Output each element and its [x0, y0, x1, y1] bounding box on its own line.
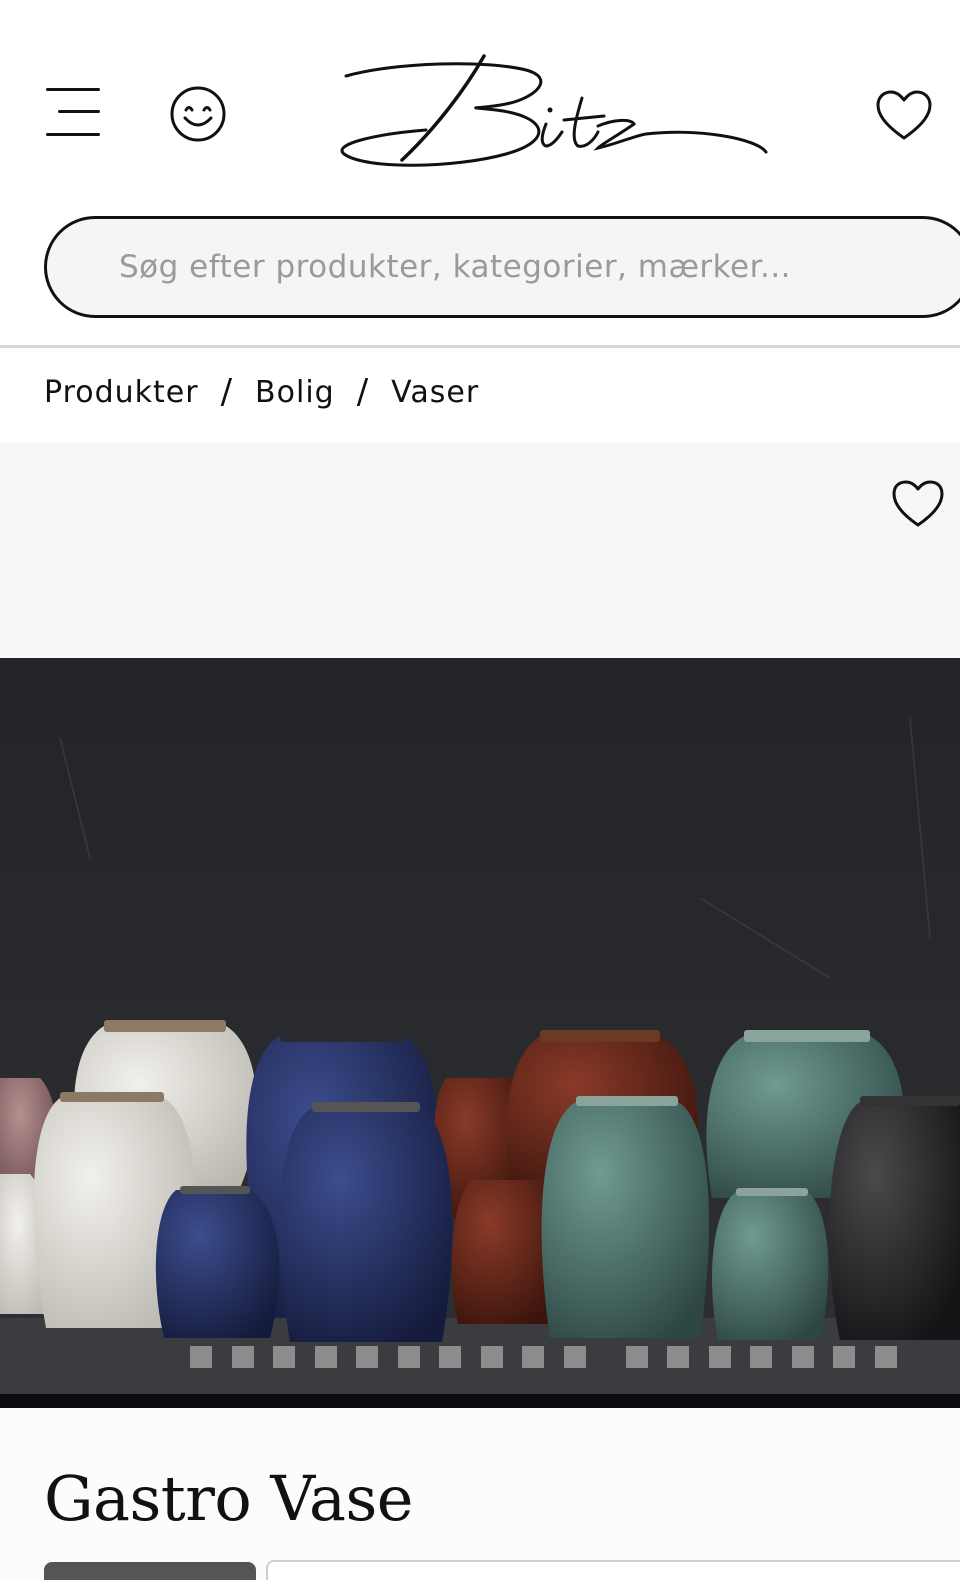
header-divider — [0, 345, 960, 348]
breadcrumb-separator: / — [220, 372, 234, 412]
gallery-indicator[interactable] — [273, 1346, 295, 1368]
variant-option[interactable] — [266, 1560, 960, 1580]
breadcrumb-separator: / — [356, 372, 370, 412]
gallery-indicator[interactable] — [190, 1346, 212, 1368]
bitz-logo[interactable] — [336, 48, 772, 172]
breadcrumb-item-vaser[interactable]: Vaser — [391, 375, 479, 410]
product-title: Gastro Vase — [44, 1462, 413, 1535]
variant-option-selected[interactable] — [44, 1562, 256, 1580]
gallery-indicator[interactable] — [833, 1346, 855, 1368]
gallery-indicator[interactable] — [750, 1346, 772, 1368]
gallery-indicator[interactable] — [314, 1346, 337, 1368]
search-bar[interactable] — [44, 216, 960, 318]
gallery-indicator[interactable] — [231, 1346, 254, 1368]
heart-outline-icon[interactable] — [890, 478, 946, 530]
search-input[interactable] — [119, 219, 939, 315]
heart-outline-icon[interactable] — [874, 88, 934, 144]
gallery-indicator[interactable] — [874, 1346, 897, 1368]
breadcrumb-item-bolig[interactable]: Bolig — [255, 375, 335, 410]
gallery-indicator[interactable] — [563, 1346, 586, 1368]
hamburger-menu-icon[interactable] — [44, 84, 104, 144]
product-gallery-top — [0, 442, 960, 658]
product-image[interactable] — [0, 658, 960, 1408]
smiley-face-icon[interactable] — [168, 84, 228, 144]
gallery-indicator[interactable] — [667, 1346, 689, 1368]
gallery-indicator[interactable] — [439, 1346, 461, 1368]
gallery-indicator[interactable] — [625, 1346, 648, 1368]
gallery-indicator[interactable] — [791, 1346, 814, 1368]
gallery-indicators — [190, 1346, 916, 1370]
gallery-indicator[interactable] — [356, 1346, 378, 1368]
breadcrumb-item-produkter[interactable]: Produkter — [44, 375, 199, 410]
gallery-indicator[interactable] — [397, 1346, 420, 1368]
gallery-indicator[interactable] — [480, 1346, 503, 1368]
gallery-indicator[interactable] — [522, 1346, 544, 1368]
gallery-indicator[interactable] — [708, 1346, 731, 1368]
breadcrumb: Produkter / Bolig / Vaser — [44, 366, 479, 418]
site-header — [0, 0, 960, 200]
